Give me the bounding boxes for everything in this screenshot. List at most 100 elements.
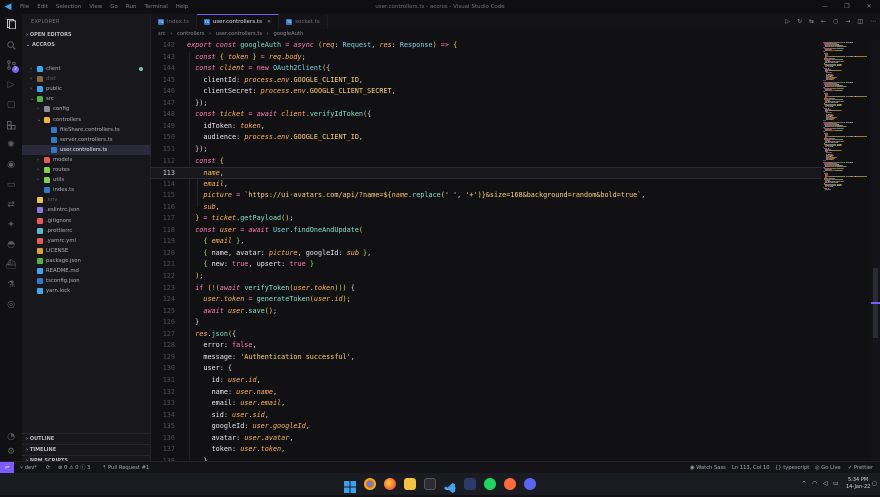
- explorer-icon[interactable]: [0, 14, 22, 34]
- tree-item[interactable]: package.json: [22, 256, 151, 266]
- code-line: 128 error: false,: [151, 340, 821, 352]
- tree-item[interactable]: › public: [22, 84, 151, 94]
- compare-icon[interactable]: ⇆: [809, 18, 814, 25]
- extensions-icon[interactable]: [0, 115, 22, 135]
- jetbrains-icon[interactable]: [464, 478, 476, 490]
- minimap[interactable]: [821, 40, 874, 461]
- tree-item[interactable]: index.ts: [22, 185, 151, 195]
- tree-item[interactable]: .gitignore: [22, 216, 151, 226]
- tree-item[interactable]: fileShare.controllers.ts: [22, 125, 151, 135]
- tree-item[interactable]: ⌄ src: [22, 94, 151, 104]
- menu-go[interactable]: Go: [106, 0, 122, 14]
- tray-overflow-icon[interactable]: ^: [802, 473, 806, 495]
- forward-icon[interactable]: →: [845, 18, 850, 25]
- dot-icon[interactable]: ○: [833, 18, 838, 25]
- tree-item[interactable]: .prettierrc: [22, 226, 151, 236]
- tree-item[interactable]: .env: [22, 195, 151, 205]
- discord-icon[interactable]: [524, 478, 536, 490]
- chrome-icon[interactable]: [364, 478, 376, 490]
- more-icon[interactable]: ⋯: [870, 18, 876, 25]
- notification-icon[interactable]: ▢: [872, 473, 877, 495]
- tree-item[interactable]: › models: [22, 155, 151, 165]
- tree-item-label: package.json: [46, 257, 81, 264]
- gear-icon[interactable]: ⚙: [0, 442, 22, 462]
- timeline-section[interactable]: › TIMELINE: [22, 444, 151, 455]
- remote-indicator[interactable]: ⇌: [0, 462, 14, 473]
- tree-item[interactable]: .eslintrc.json: [22, 205, 151, 215]
- file-explorer-icon[interactable]: [404, 478, 416, 490]
- tree-item[interactable]: › client: [22, 64, 151, 74]
- menu-run[interactable]: Run: [122, 0, 141, 14]
- root-folder-section[interactable]: ⌄ ACCROS: [22, 40, 150, 50]
- terminal-icon[interactable]: [424, 478, 436, 490]
- bug-icon[interactable]: ✺: [0, 135, 22, 155]
- open-editors-section[interactable]: › OPEN EDITORS: [22, 30, 150, 40]
- monitor-icon[interactable]: ▭: [0, 175, 22, 195]
- tree-item[interactable]: › utils: [22, 175, 151, 185]
- vscode-taskbar-icon[interactable]: [444, 478, 456, 493]
- line-number: 123: [162, 283, 175, 292]
- maximize-button[interactable]: ❐: [836, 0, 858, 14]
- battery-icon[interactable]: ▭: [833, 473, 839, 495]
- code-token: });: [187, 98, 208, 107]
- github-icon[interactable]: ◉: [0, 155, 22, 175]
- code-token: googleId: [272, 422, 306, 431]
- menu-view[interactable]: View: [85, 0, 106, 14]
- clock-date[interactable]: 14-Jan-22: [846, 484, 870, 490]
- outline-section[interactable]: › OUTLINE: [22, 433, 151, 444]
- breadcrumb-src[interactable]: src: [158, 31, 166, 37]
- tree-item[interactable]: › routes: [22, 165, 151, 175]
- live-share-icon[interactable]: ⇄: [0, 195, 22, 215]
- close-button[interactable]: ✕: [858, 0, 880, 14]
- tree-item[interactable]: › config: [22, 104, 151, 114]
- firefox-icon[interactable]: [384, 478, 396, 490]
- history-icon[interactable]: ↻: [797, 18, 802, 25]
- code-token: ,: [264, 410, 269, 419]
- search-icon[interactable]: [0, 35, 22, 55]
- menu-edit[interactable]: Edit: [33, 0, 52, 14]
- code-editor[interactable]: 142 export const googleAuth = async (req:…: [151, 40, 821, 461]
- tree-item[interactable]: LICENSE: [22, 246, 151, 256]
- tree-item[interactable]: tsconfig.json: [22, 276, 151, 286]
- run-icon[interactable]: ▷: [785, 18, 790, 25]
- clock-time[interactable]: 5:34 PM: [848, 477, 868, 483]
- minimap-mark: [852, 122, 853, 123]
- tree-item[interactable]: user.controllers.ts: [22, 144, 151, 155]
- tree-item[interactable]: .yarnrc.yml: [22, 236, 151, 246]
- tree-item[interactable]: yarn.lock: [22, 286, 151, 296]
- npm-icon[interactable]: ◎: [0, 295, 22, 315]
- source-control-icon[interactable]: 2: [0, 55, 22, 75]
- breadcrumb-symbol[interactable]: googleAuth: [274, 31, 304, 37]
- test-icon[interactable]: ⚗: [0, 275, 22, 295]
- breadcrumb-controllers[interactable]: controllers: [177, 31, 204, 37]
- tree-item[interactable]: › dist: [22, 74, 151, 84]
- back-icon[interactable]: ←: [821, 18, 826, 25]
- menu-file[interactable]: File: [16, 0, 33, 14]
- close-icon[interactable]: ✕: [267, 19, 271, 25]
- volume-icon[interactable]: ◁: [823, 473, 828, 495]
- minimize-button[interactable]: —: [814, 0, 836, 14]
- tree-item[interactable]: README.md: [22, 266, 151, 276]
- spotify-icon[interactable]: [484, 478, 496, 490]
- menu-terminal[interactable]: Terminal: [140, 0, 171, 14]
- windows-start-icon[interactable]: [344, 478, 356, 493]
- postman-icon[interactable]: [504, 478, 516, 490]
- run-debug-icon[interactable]: ▷: [0, 75, 22, 95]
- database-icon[interactable]: ◓: [0, 235, 22, 255]
- menu-selection[interactable]: Selection: [52, 0, 85, 14]
- tree-item[interactable]: server.controllers.ts: [22, 135, 151, 145]
- tab-user-controllers[interactable]: TS user.controllers.ts ✕: [196, 14, 280, 29]
- menu-help[interactable]: Help: [172, 0, 193, 14]
- wifi-icon[interactable]: ◠: [812, 473, 817, 495]
- docker-icon[interactable]: ⛴: [0, 255, 22, 275]
- rocket-icon[interactable]: ✦: [0, 215, 22, 235]
- editor-scrollbar[interactable]: [871, 40, 880, 461]
- tab-index-ts[interactable]: TS index.ts: [151, 14, 197, 29]
- remote-explorer-icon[interactable]: ▢: [0, 95, 22, 115]
- tab-socket-ts[interactable]: TS socket.ts: [279, 14, 328, 29]
- folder-icon: [37, 96, 43, 103]
- tree-item[interactable]: ⌄ controllers: [22, 115, 151, 125]
- split-editor-icon[interactable]: ◫: [857, 18, 863, 25]
- breadcrumb-file[interactable]: user.controllers.ts: [216, 31, 262, 37]
